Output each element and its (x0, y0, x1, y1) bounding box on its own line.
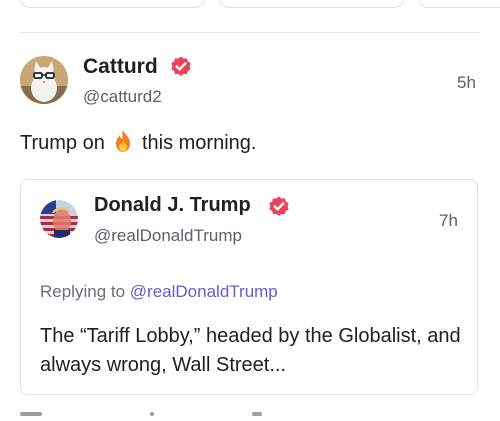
verified-badge-icon (171, 56, 191, 76)
action-chip-3[interactable] (418, 0, 500, 8)
quoted-author-handle[interactable]: @realDonaldTrump (94, 226, 242, 246)
author-avatar[interactable] (20, 56, 68, 104)
quoted-post-timestamp[interactable]: 7h (439, 211, 458, 231)
post-divider (20, 32, 480, 33)
verified-badge-icon (269, 196, 289, 216)
action-chip-1[interactable] (20, 0, 205, 8)
action-bar-peek-2 (150, 412, 154, 416)
quoted-author-name[interactable]: Donald J. Trump (94, 194, 251, 217)
action-chip-2[interactable] (219, 0, 404, 8)
author-name[interactable]: Catturd (83, 55, 158, 79)
post-text-before: Trump on (20, 132, 105, 154)
author-handle[interactable]: @catturd2 (83, 87, 162, 107)
quoted-author-avatar[interactable] (40, 200, 78, 238)
action-bar-peek-3 (252, 412, 262, 416)
post-text: Trump on this morning. (20, 129, 256, 155)
post-text-after: this morning. (141, 132, 257, 154)
fire-emoji-icon (116, 130, 131, 152)
post-timestamp[interactable]: 5h (457, 73, 476, 93)
replying-to-label: Replying to (40, 282, 126, 301)
quoted-post-text: The “Tariff Lobby,” headed by the Global… (40, 325, 461, 376)
replying-to-line: Replying to @realDonaldTrump (40, 282, 278, 302)
replying-to-handle-link[interactable]: @realDonaldTrump (130, 282, 278, 301)
quoted-post-card[interactable]: Donald J. Trump @realDonaldTrump 7h Repl… (20, 179, 478, 395)
action-bar-peek-1 (20, 412, 42, 416)
